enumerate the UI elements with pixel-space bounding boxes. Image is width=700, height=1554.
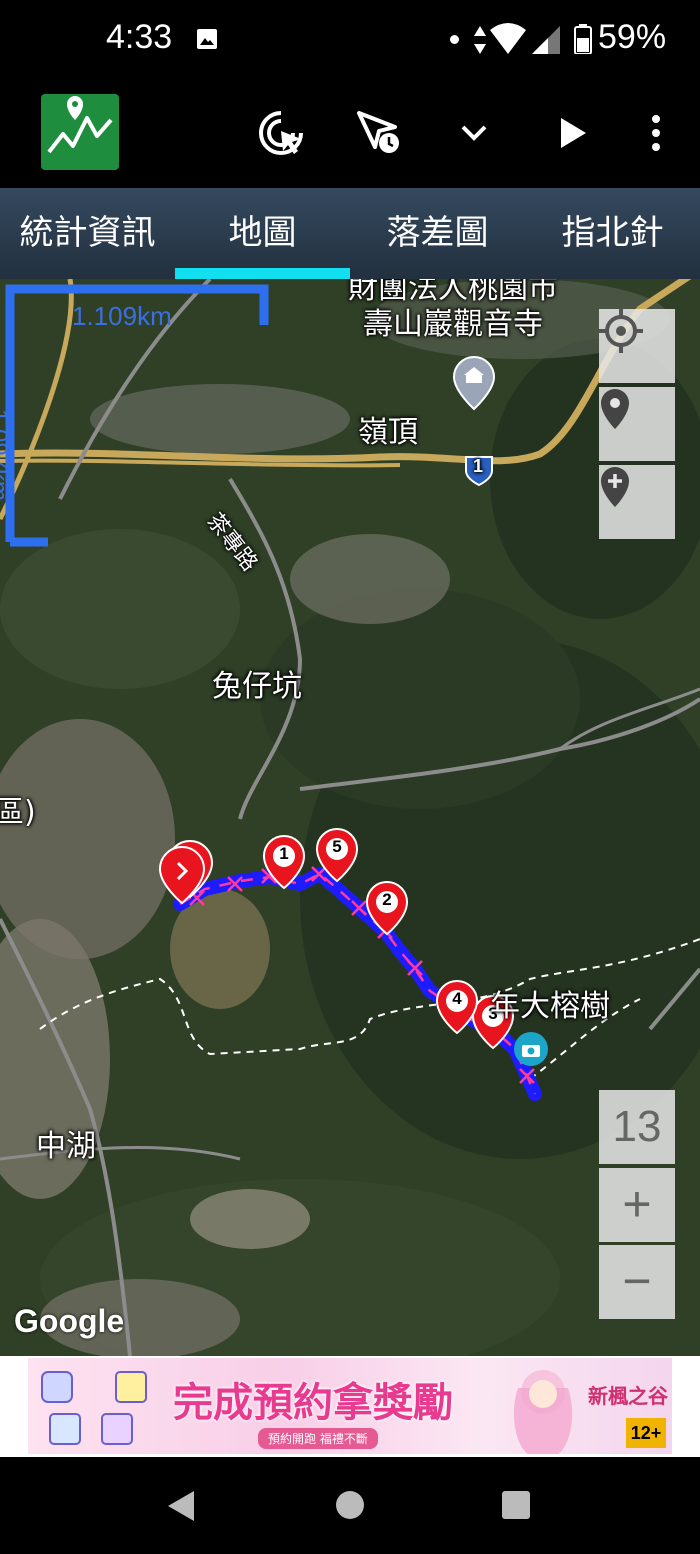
navigate-clock-icon[interactable] — [354, 108, 404, 158]
recents-icon[interactable] — [501, 1490, 531, 1520]
route-map-logo-icon[interactable] — [41, 94, 119, 170]
map-pin-icon — [601, 389, 629, 429]
tab-elevation[interactable]: 落差圖 — [350, 188, 525, 279]
status-time: 4:33 — [106, 18, 173, 56]
battery-percent: 59% — [598, 18, 667, 56]
crosshair-icon — [599, 309, 643, 353]
more-vert-icon[interactable] — [631, 108, 681, 158]
waypoint-label: 5 — [332, 837, 342, 856]
satellite-map[interactable]: 1 2 3 4 5 財團法人桃園市 壽山巖觀音寺 嶺頂 1 茶專路 兔仔坑 年大… — [0, 279, 700, 1356]
back-icon[interactable] — [164, 1489, 196, 1523]
ad-rating: 12+ — [626, 1418, 666, 1448]
my-location-button[interactable] — [599, 309, 675, 383]
system-nav-bar — [0, 1457, 700, 1554]
target-cursor-icon[interactable] — [256, 108, 306, 158]
data-arrows-icon — [474, 26, 486, 54]
waypoint-label: 2 — [382, 890, 392, 909]
map-label-temple: 財團法人桃園市 壽山巖觀音寺 — [348, 279, 558, 342]
battery-icon — [574, 24, 592, 54]
waypoint-label: 4 — [452, 989, 462, 1008]
ad-brand: 新楓之谷 — [588, 1384, 668, 1408]
ad-items-icon — [41, 1371, 147, 1445]
zoom-level: 13 — [599, 1090, 675, 1164]
image-notification-icon — [197, 29, 217, 49]
tab-compass[interactable]: 指北針 — [525, 188, 700, 279]
notification-dot-icon — [450, 35, 459, 44]
map-label-ridge: 嶺頂 — [358, 415, 418, 450]
tab-bar: 統計資訊 地圖 落差圖 指北針 — [0, 188, 700, 279]
tab-selected-indicator — [175, 268, 350, 279]
ad-banner[interactable]: 完成預約拿獎勵 預約開跑 福禮不斷 新楓之谷 12+ — [0, 1356, 700, 1457]
chevron-down-icon[interactable] — [449, 108, 499, 158]
ad-subtext: 預約開跑 福禮不斷 — [258, 1428, 378, 1449]
app-toolbar — [0, 80, 700, 188]
ad-character-icon — [513, 1370, 573, 1454]
scale-horizontal-label: 1.109km — [72, 301, 172, 331]
add-location-icon — [601, 467, 629, 507]
scale-vertical-label: 1.097km — [0, 409, 12, 502]
map-label-tree: 年大榕樹 — [490, 989, 610, 1024]
status-bar: 4:33 59% — [0, 0, 700, 80]
map-label-lake: 中湖 — [36, 1129, 96, 1164]
add-pin-button[interactable] — [599, 465, 675, 539]
map-label-edge: 區) — [0, 795, 36, 830]
map-imagery — [0, 279, 700, 1356]
home-icon[interactable] — [334, 1489, 366, 1521]
google-attribution: Google — [14, 1303, 125, 1339]
tab-statistics[interactable]: 統計資訊 — [0, 188, 175, 279]
place-pin-button[interactable] — [599, 387, 675, 461]
cell-signal-icon — [532, 26, 560, 54]
waypoint-label: 1 — [279, 844, 289, 863]
wifi-icon — [490, 23, 526, 54]
tab-map[interactable]: 地圖 — [175, 188, 350, 279]
zoom-in-button[interactable]: + — [599, 1168, 675, 1242]
highway-number: 1 — [473, 456, 484, 476]
zoom-out-button[interactable]: − — [599, 1245, 675, 1319]
map-label-village: 兔仔坑 — [212, 669, 302, 704]
ad-headline: 完成預約拿獎勵 — [173, 1380, 453, 1426]
play-icon[interactable] — [548, 108, 598, 158]
camera-marker[interactable] — [514, 1032, 548, 1066]
